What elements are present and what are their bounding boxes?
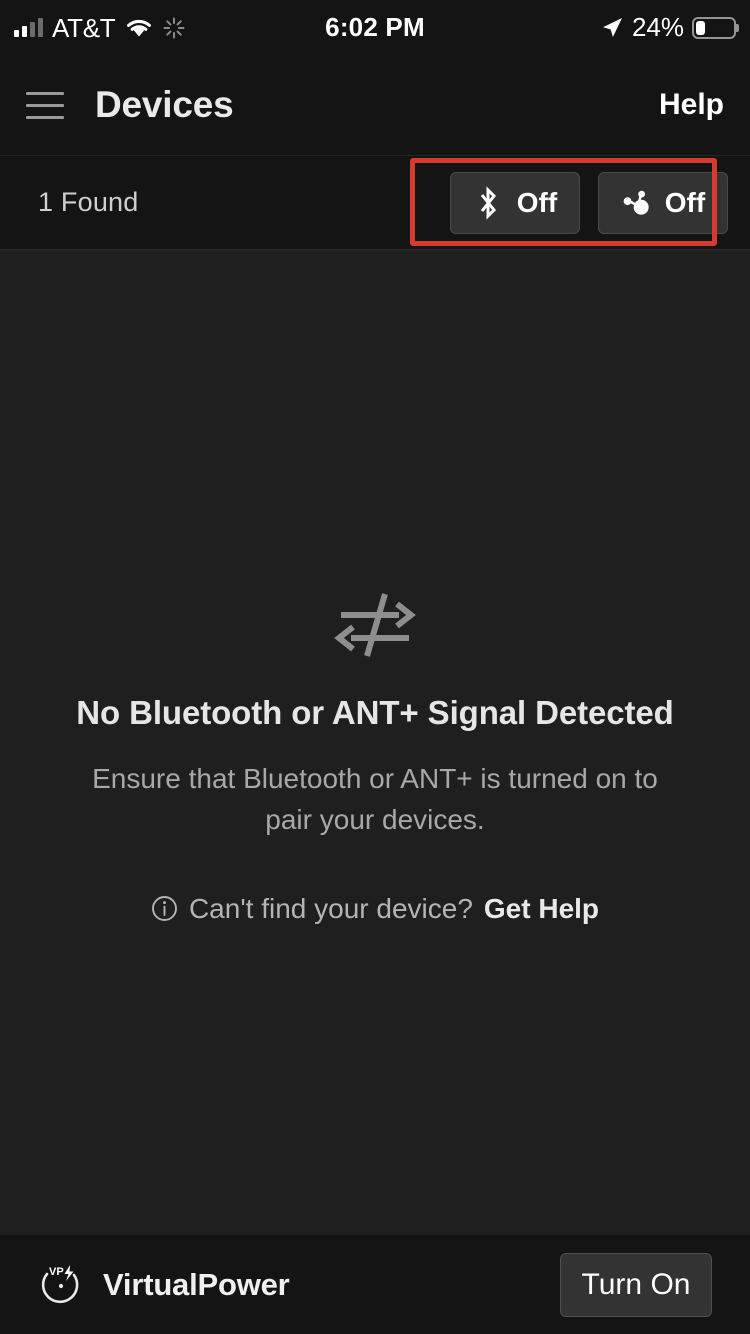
ant-plus-icon <box>621 186 651 220</box>
status-bar-left: AT&T <box>0 15 185 41</box>
empty-state-description: Ensure that Bluetooth or ANT+ is turned … <box>92 763 658 836</box>
wifi-icon <box>124 17 154 39</box>
battery-icon <box>692 16 736 39</box>
empty-state-panel: No Bluetooth or ANT+ Signal Detected Ens… <box>0 250 750 1235</box>
help-button[interactable]: Help <box>659 88 724 122</box>
bluetooth-toggle-state: Off <box>516 186 558 218</box>
location-arrow-icon <box>600 16 624 40</box>
carrier-label: AT&T <box>52 12 116 43</box>
ant-plus-toggle-button[interactable]: Off <box>598 171 728 234</box>
get-help-row[interactable]: Can't find your device? Get Help <box>151 893 599 925</box>
bluetooth-icon <box>473 185 503 220</box>
brand-name-label: VirtualPower <box>103 1266 290 1302</box>
get-help-question: Can't find your device? <box>188 892 473 924</box>
brand-block: VP VirtualPower <box>38 1262 290 1308</box>
cellular-signal-icon <box>14 18 43 37</box>
hamburger-menu-icon[interactable] <box>26 91 64 119</box>
app-screen: AT&T 6:02 PM 24% Devices Help 1 Found Of… <box>0 0 750 1334</box>
info-circle-icon <box>151 895 178 922</box>
status-bar-right: 24% <box>600 12 750 43</box>
device-scan-bar: 1 Found Off Off <box>0 155 750 250</box>
turn-on-button[interactable]: Turn On <box>560 1252 712 1317</box>
radio-toggle-group: Off Off <box>450 171 728 234</box>
bottom-action-bar: VP VirtualPower Turn On <box>0 1235 750 1334</box>
empty-state-title: No Bluetooth or ANT+ Signal Detected <box>76 694 674 731</box>
no-signal-transfer-icon <box>329 590 421 660</box>
get-help-link[interactable]: Get Help <box>484 893 599 925</box>
navigation-bar: Devices Help <box>0 55 750 155</box>
ant-plus-toggle-state: Off <box>664 186 706 218</box>
bluetooth-toggle-button[interactable]: Off <box>450 171 580 234</box>
svg-text:VP: VP <box>49 1266 64 1278</box>
devices-found-label: 1 Found <box>38 187 139 217</box>
battery-percent-label: 24% <box>631 12 684 42</box>
activity-spinner-icon <box>163 17 185 39</box>
virtualpower-gauge-logo: VP <box>38 1262 84 1308</box>
clock-label: 6:02 PM <box>325 12 425 42</box>
page-title: Devices <box>95 84 234 125</box>
status-bar: AT&T 6:02 PM 24% <box>0 0 750 55</box>
